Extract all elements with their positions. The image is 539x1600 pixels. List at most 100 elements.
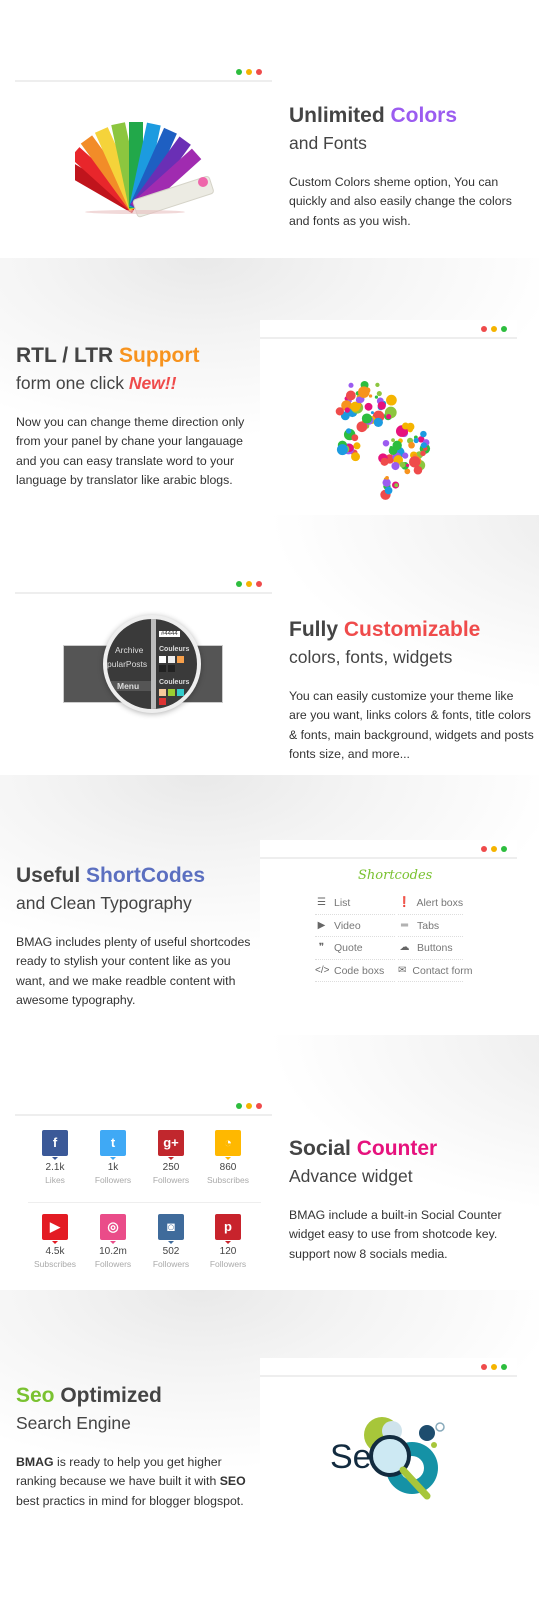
section-seo: Seo Optimized Search Engine BMAG is read… — [0, 1290, 539, 1600]
social-counter-dribbble[interactable]: ◎ 10.2m Followers — [84, 1214, 142, 1269]
pinterest-icon: p — [215, 1214, 241, 1244]
bubble-dot — [376, 390, 382, 397]
window-bar — [260, 1358, 517, 1377]
social-counter-twitter[interactable]: t 1k Followers — [84, 1130, 142, 1185]
window-dot-yellow — [246, 69, 252, 75]
shortcode-label: Tabs — [417, 919, 440, 932]
bubble-dot — [377, 401, 386, 410]
shortcode-item: ▶ Video — [315, 915, 395, 937]
bubble-dot — [375, 382, 380, 388]
feature-title: Unlimited Colors — [289, 103, 529, 129]
title-accent: Counter — [356, 1137, 438, 1160]
window-dot-green — [501, 326, 507, 332]
feature-title: RTL / LTR Support — [16, 343, 251, 369]
alert-icon: ❗ — [398, 897, 411, 908]
title-accent: Support — [119, 344, 200, 367]
shortcode-item: </> Code boxs — [315, 960, 395, 982]
title-accent: Customizable — [343, 618, 481, 641]
title-plain: Useful — [16, 864, 87, 887]
window-dot-yellow — [246, 581, 252, 587]
popular-label: pularPosts — [107, 659, 148, 669]
bubble-dot — [373, 417, 383, 427]
social-count: 10.2m — [99, 1246, 127, 1257]
bubble-dot — [351, 434, 359, 442]
social-counter-youtube[interactable]: ▶ 4.5k Subscribes — [26, 1214, 84, 1269]
social-counter-google-plus[interactable]: g+ 250 Followers — [142, 1130, 200, 1185]
window-dot-yellow — [491, 1364, 497, 1370]
bubble-dot — [394, 483, 399, 488]
social-counter-rss[interactable]: ◔ 860 Subscribes — [199, 1130, 257, 1185]
bubble-dot — [358, 386, 370, 398]
bubble-dot — [353, 442, 361, 450]
color-fan-image — [75, 122, 214, 218]
shortcode-label: List — [334, 897, 351, 909]
window-bar — [15, 575, 272, 594]
shortcodes-heading: Shortcodes — [358, 868, 433, 883]
social-counter-facebook[interactable]: f 2.1k Likes — [26, 1130, 84, 1185]
feature-subtitle: Search Engine — [16, 1413, 131, 1433]
window-dot-green — [236, 69, 242, 75]
bubble-dot — [351, 452, 361, 462]
window-bar — [15, 63, 272, 82]
window-bar — [260, 840, 517, 859]
subtitle-text: form one click — [16, 373, 129, 393]
bubble-dot — [374, 395, 379, 399]
social-counter-instagram[interactable]: ◙ 502 Followers — [142, 1214, 200, 1269]
hex-field: #4444 — [159, 631, 180, 637]
feature-title: Fully Customizable — [289, 617, 534, 643]
bubble-dot — [361, 413, 372, 424]
title-plain: Unlimited — [289, 104, 391, 127]
menu-label: Menu — [107, 681, 151, 691]
shortcode-item: ❞ Quote — [315, 937, 395, 960]
shortcode-label: Contact form — [412, 964, 473, 977]
bubble-dot — [402, 422, 410, 430]
window-dot-yellow — [491, 326, 497, 332]
feature-description: BMAG include a built-in Social Counter w… — [289, 1208, 502, 1261]
feature-description: Custom Colors sheme option, You can quic… — [289, 175, 512, 228]
dribbble-icon: ◎ — [100, 1214, 126, 1244]
window-dot-yellow — [491, 846, 497, 852]
list-icon: ☰ — [317, 897, 326, 908]
browser-window: Se — [260, 1358, 517, 1553]
title-plain: Optimized — [54, 1384, 162, 1407]
browser-window — [15, 63, 272, 253]
browser-window — [260, 320, 517, 515]
browser-window: Shortcodes ☰ List ❗ Alert boxs ▶ Video ═ Tabs ❞ Q… — [260, 840, 517, 1035]
bubble-dot — [335, 407, 344, 416]
archive-label: Archive — [115, 645, 144, 655]
speech-bubbles-image — [335, 381, 431, 500]
bubble-dot — [354, 402, 362, 409]
social-counter-pinterest[interactable]: p 120 Followers — [199, 1214, 257, 1269]
title-accent: Seo — [16, 1384, 55, 1407]
quote-icon: ❞ — [318, 942, 325, 953]
panel-scrollbar — [151, 619, 156, 709]
window-dot-yellow — [246, 1103, 252, 1109]
shortcode-item: ✉ Contact form — [398, 960, 473, 982]
browser-window: f 2.1k Likes t 1k Followers g+ 250 Followers ◔ 860… — [15, 1097, 272, 1290]
social-label: Followers — [209, 1259, 247, 1269]
window-bar — [15, 1097, 272, 1116]
color-swatches — [159, 689, 184, 705]
social-label: Followers — [94, 1259, 132, 1269]
video-icon: ▶ — [317, 919, 326, 931]
feature-text: Seo Optimized Search Engine BMAG is read… — [16, 1383, 256, 1511]
feature-text: Social Counter Advance widget BMAG inclu… — [289, 1136, 529, 1264]
title-plain: Social — [289, 1137, 357, 1160]
shortcodes-list: ☰ List ❗ Alert boxs ▶ Video ═ Tabs ❞ Quote ☁ Button… — [315, 892, 473, 982]
feature-description: BMAG is ready to help you get higher ran… — [16, 1453, 256, 1511]
bubble-dot — [355, 396, 363, 404]
social-count: 860 — [219, 1162, 237, 1173]
bubble-dot — [348, 382, 354, 388]
bubble-dot — [364, 402, 373, 411]
bubble-dot — [344, 407, 351, 413]
row-divider — [28, 1202, 261, 1203]
feature-description: You can easily customize your theme like… — [289, 689, 534, 761]
feature-subtitle: colors, fonts, widgets — [289, 647, 453, 667]
window-dot-red — [256, 1103, 262, 1109]
shortcode-label: Quote — [334, 942, 363, 954]
envelope-icon: ✉ — [398, 964, 407, 976]
bubble-dot — [391, 438, 395, 443]
bubble-dot — [413, 437, 419, 444]
bubble-dot — [385, 475, 389, 480]
title-accent: ShortCodes — [86, 864, 206, 887]
